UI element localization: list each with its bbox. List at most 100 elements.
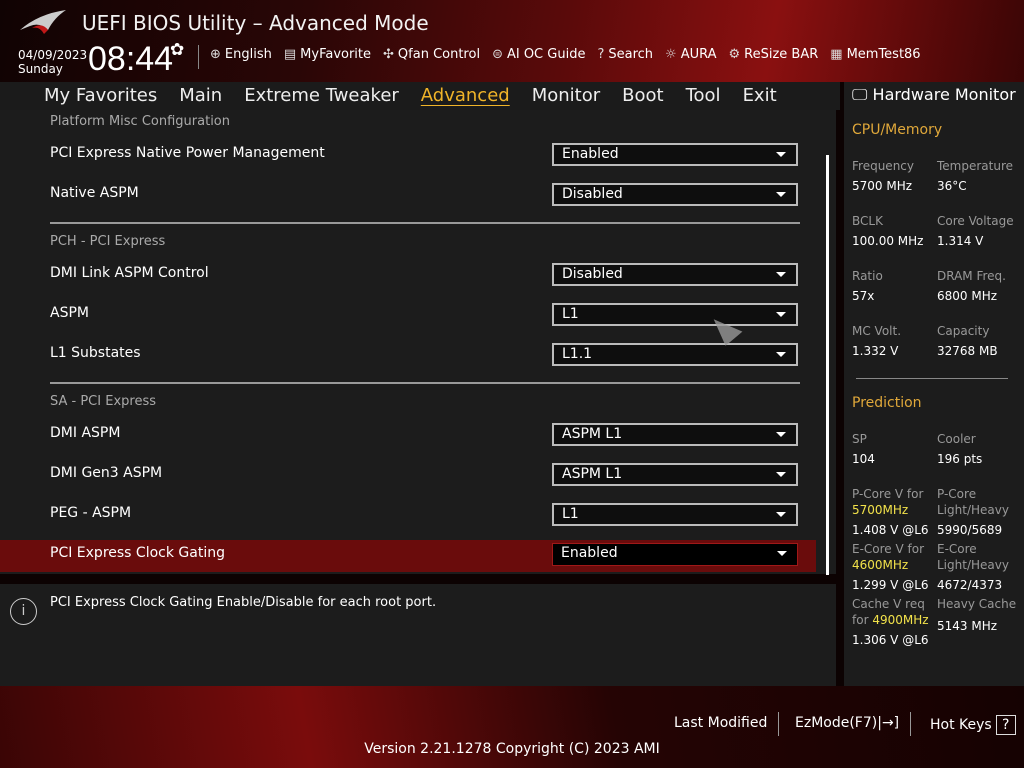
chevron-down-icon [776, 152, 786, 157]
tool-myfavorite[interactable]: ▤ MyFavorite [284, 47, 371, 62]
exit-arrow-icon: →] [881, 715, 900, 731]
tab-boot[interactable]: Boot [611, 82, 674, 110]
tool-label: ReSize BAR [744, 47, 819, 62]
setting-dropdown[interactable]: L1 [552, 503, 798, 526]
divider [910, 712, 911, 736]
day: Sunday [18, 62, 63, 76]
setting-label: Native ASPM [50, 185, 139, 201]
hot-keys-button[interactable]: Hot Keys? [930, 715, 1016, 735]
sp: SP 104 [852, 432, 875, 466]
tool-label: MyFavorite [300, 47, 372, 62]
ezmode-button[interactable]: EzMode(F7)|→] [795, 715, 899, 731]
hw-value: 36°C [937, 179, 967, 193]
hw-ratio: Ratio 57x [852, 268, 883, 304]
setting-row[interactable]: L1 Substates L1.1 [0, 334, 836, 374]
memtest-icon: ▦ [830, 47, 843, 62]
tab-tool[interactable]: Tool [675, 82, 732, 110]
tab-my-favorites[interactable]: My Favorites [0, 82, 168, 110]
help-panel: i PCI Express Clock Gating Enable/Disabl… [0, 584, 836, 686]
hw-value: 57x [852, 289, 875, 303]
setting-dropdown[interactable]: L1.1 [552, 343, 798, 366]
setting-dropdown[interactable]: Enabled [552, 543, 798, 566]
setting-dropdown[interactable]: Disabled [552, 263, 798, 286]
section-divider [0, 374, 836, 390]
tool-label: MemTest86 [846, 47, 921, 62]
tab-advanced[interactable]: Advanced [410, 82, 521, 110]
hw-label: DRAM Freq. [937, 269, 1006, 283]
setting-dropdown[interactable]: ASPM L1 [552, 463, 798, 486]
setting-row[interactable]: Native ASPM Disabled [0, 174, 836, 214]
cooler: Cooler 196 pts [937, 432, 983, 466]
setting-row[interactable]: DMI ASPM ASPM L1 [0, 414, 836, 454]
tool-ai-oc-guide[interactable]: ⊜ AI OC Guide [492, 47, 585, 62]
setting-row[interactable]: PCI Express Clock Gating Enabled [0, 534, 816, 574]
dropdown-value: L1 [562, 506, 579, 522]
cache-voltage: Cache V req for 4900MHz 1.306 V @L6 [852, 597, 929, 647]
tool-memtest86[interactable]: ▦ MemTest86 [830, 47, 920, 62]
tab-main[interactable]: Main [168, 82, 233, 110]
ezmode-label: EzMode(F7)| [795, 715, 882, 731]
tool-label: AURA [680, 47, 717, 62]
hw-frequency: Frequency 5700 MHz [852, 158, 914, 194]
app-title: UEFI BIOS Utility – Advanced Mode [82, 11, 429, 35]
toolbar: ⊕ English ▤ MyFavorite ✣ Qfan Control ⊜ AI OC G… [210, 47, 921, 62]
gear-icon[interactable]: ✿ [170, 40, 184, 60]
p-core-voltage: P-Core V for 5700MHz 1.408 V @L6 [852, 487, 929, 537]
ai-oc-icon: ⊜ [492, 47, 503, 62]
section-header: Platform Misc Configuration [50, 114, 231, 129]
setting-label: DMI ASPM [50, 425, 121, 441]
section-divider [0, 214, 836, 230]
scrollbar[interactable] [826, 155, 829, 575]
hw-label: Core Voltage [937, 214, 1014, 228]
hw-label: Capacity [937, 324, 990, 338]
setting-row[interactable]: PCI Express Native Power Management Enabl… [0, 134, 836, 174]
chevron-down-icon [776, 512, 786, 517]
version-text: Version 2.21.1278 Copyright (C) 2023 AMI [364, 741, 660, 757]
hw-mc-volt-: MC Volt. 1.332 V [852, 323, 901, 359]
cpu-memory-title: CPU/Memory [852, 122, 943, 138]
hw-dram-freq-: DRAM Freq. 6800 MHz [937, 268, 1006, 304]
hw-value: 1.314 V [937, 234, 984, 248]
prediction-title: Prediction [852, 395, 922, 411]
last-modified-button[interactable]: Last Modified [674, 715, 767, 731]
info-icon: i [10, 598, 37, 625]
hw-capacity: Capacity 32768 MB [937, 323, 998, 359]
hw-value: 6800 MHz [937, 289, 998, 303]
dropdown-value: L1 [562, 306, 579, 322]
setting-dropdown[interactable]: Disabled [552, 183, 798, 206]
heavy-cache: Heavy Cache 5143 MHz [937, 597, 1017, 633]
aura-icon: ☼ [665, 47, 677, 62]
tool-resize-bar[interactable]: ⚙ ReSize BAR [729, 47, 819, 62]
chevron-down-icon [776, 192, 786, 197]
tool-aura[interactable]: ☼ AURA [665, 47, 716, 62]
e-core-voltage: E-Core V for 4600MHz 1.299 V @L6 [852, 542, 929, 592]
setting-dropdown[interactable]: ASPM L1 [552, 423, 798, 446]
setting-label: PCI Express Native Power Management [50, 145, 325, 161]
setting-row[interactable]: PEG - ASPM L1 [0, 494, 836, 534]
tab-monitor[interactable]: Monitor [521, 82, 611, 110]
hw-value: 100.00 MHz [852, 234, 924, 248]
p-core-light-heavy: P-Core Light/Heavy 5990/5689 [937, 487, 1009, 537]
title: Hardware Monitor [872, 85, 1016, 104]
tool-label: AI OC Guide [506, 47, 586, 62]
setting-row[interactable]: DMI Link ASPM Control Disabled [0, 254, 836, 294]
setting-label: DMI Gen3 ASPM [50, 465, 163, 481]
tab-exit[interactable]: Exit [732, 82, 788, 110]
help-icon: ? [995, 715, 1016, 735]
tab-extreme-tweaker[interactable]: Extreme Tweaker [233, 82, 410, 110]
hw-value: 1.332 V [852, 344, 899, 358]
tool-qfan-control[interactable]: ✣ Qfan Control [383, 47, 480, 62]
date-display: 04/09/2023 Sunday [18, 48, 87, 76]
tool-search[interactable]: ? Search [597, 47, 653, 62]
setting-label: PCI Express Clock Gating [50, 545, 225, 561]
dropdown-value: Disabled [562, 266, 623, 282]
hw-label: BCLK [852, 214, 883, 228]
tool-english[interactable]: ⊕ English [210, 47, 272, 62]
monitor-icon: 🖵 [852, 85, 868, 104]
setting-row[interactable]: DMI Gen3 ASPM ASPM L1 [0, 454, 836, 494]
hw-label: Frequency [852, 159, 914, 173]
footer: Last Modified EzMode(F7)|→] Hot Keys? Ve… [0, 686, 1024, 768]
setting-dropdown[interactable]: L1 [552, 303, 798, 326]
setting-dropdown[interactable]: Enabled [552, 143, 798, 166]
clock: 08:44 [88, 40, 174, 78]
